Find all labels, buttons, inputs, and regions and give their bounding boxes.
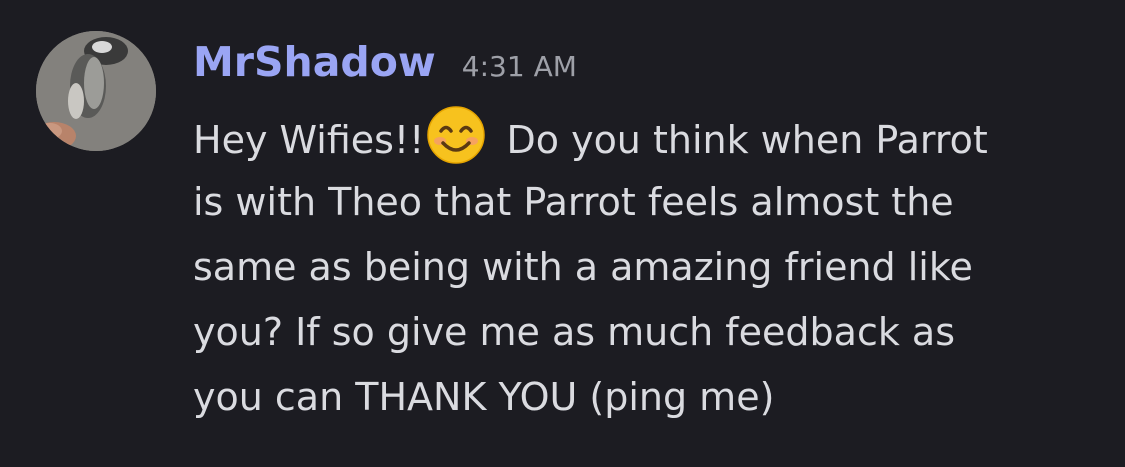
avatar-image <box>36 31 156 151</box>
smiling-face-emoji-icon <box>426 105 486 165</box>
message-content: Hey Wifies!! Do you think when Parrot is… <box>193 105 1093 430</box>
message-text-segment: Do you think when Parrot <box>494 118 988 162</box>
message-line: Hey Wifies!! Do you think when Parrot <box>193 105 1093 170</box>
message-header: MrShadow 4:31 AM <box>193 38 577 100</box>
message-line: you? If so give me as much feedback as <box>193 310 956 354</box>
message-line: is with Theo that Parrot feels almost th… <box>193 180 954 224</box>
message-line: same as being with a amazing friend like <box>193 245 973 289</box>
avatar[interactable] <box>36 31 156 151</box>
timestamp: 4:31 AM <box>461 50 577 83</box>
chat-message: MrShadow 4:31 AM Hey Wifies!! Do you thi… <box>0 0 1125 467</box>
message-line: you can THANK YOU (ping me) <box>193 375 775 419</box>
message-text-segment: Hey Wifies!! <box>193 118 425 162</box>
username[interactable]: MrShadow <box>193 38 436 86</box>
